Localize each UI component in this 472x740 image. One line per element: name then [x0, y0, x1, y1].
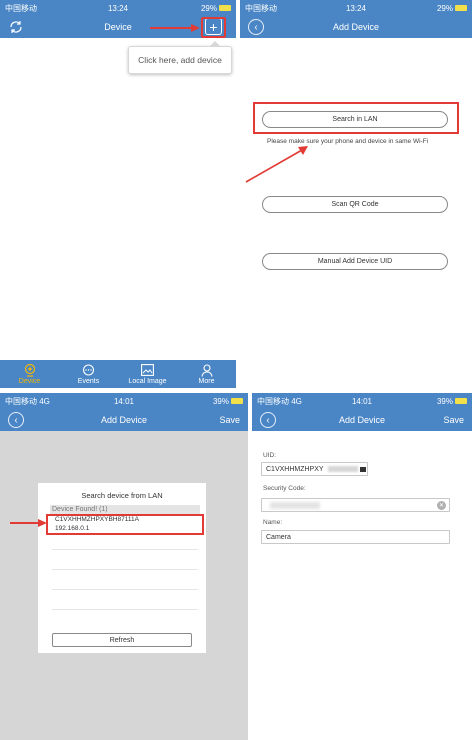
carrier-label: 中国移动 4G: [257, 396, 302, 406]
tab-label: Local Image: [128, 378, 167, 385]
tab-bar: Device Events Local Image More: [0, 360, 236, 388]
tab-more[interactable]: More: [182, 360, 232, 388]
security-code-field[interactable]: ✕: [261, 498, 450, 512]
annotation-arrow-device: [10, 519, 47, 527]
save-button[interactable]: Save: [443, 415, 464, 425]
tab-label: More: [198, 378, 215, 385]
uid-value: C1VXHHMZHPXY: [266, 465, 324, 473]
device-details-screen: 中国移动 4G 14:01 39% ‹ Add Device Save UID:…: [252, 393, 472, 740]
annotation-arrow-search: [245, 146, 308, 183]
battery-icon: [455, 398, 467, 405]
annotation-arrow-add: [150, 24, 200, 32]
security-code-label: Security Code:: [263, 485, 306, 492]
scan-qr-button[interactable]: Scan QR Code: [262, 196, 448, 213]
nav-bar: ‹ Add Device Save: [252, 409, 472, 431]
status-bar: 中国移动 4G 14:01 39%: [252, 393, 472, 409]
redacted-mark: [327, 466, 358, 472]
add-device-tooltip: Click here, add device: [128, 41, 232, 74]
tab-label: Events: [77, 378, 100, 385]
tab-label: Device: [18, 378, 41, 385]
chat-icon: [82, 363, 96, 377]
uid-field[interactable]: C1VXHHMZHPXY: [261, 462, 368, 476]
manual-add-uid-button[interactable]: Manual Add Device UID: [262, 253, 448, 270]
redacted-mark: [270, 502, 320, 509]
redacted-mark: [359, 466, 366, 472]
lan-search-screen: 中国移动 4G 14:01 39% ‹ Add Device Save Sear…: [0, 393, 248, 740]
tab-events[interactable]: Events: [64, 360, 114, 388]
battery-percent: 39%: [436, 396, 453, 406]
uid-label: UID:: [263, 452, 276, 459]
person-icon: [200, 363, 214, 377]
add-device-screen: 中国移动 13:24 29% ‹ Add Device Search in LA…: [240, 0, 472, 388]
tab-device[interactable]: Device: [5, 360, 55, 388]
image-icon: [141, 363, 155, 377]
battery-indicator: 39%: [437, 397, 467, 406]
name-field[interactable]: Camera: [261, 530, 450, 544]
device-list-screen: 中国移动 13:24 29% Device + Click here, add …: [0, 0, 236, 388]
clear-icon[interactable]: ✕: [437, 501, 446, 510]
page-title: Add Device: [338, 415, 386, 425]
name-label: Name:: [263, 519, 283, 526]
tab-local-image[interactable]: Local Image: [123, 360, 173, 388]
camera-icon: [23, 363, 37, 377]
name-value: Camera: [266, 533, 291, 541]
